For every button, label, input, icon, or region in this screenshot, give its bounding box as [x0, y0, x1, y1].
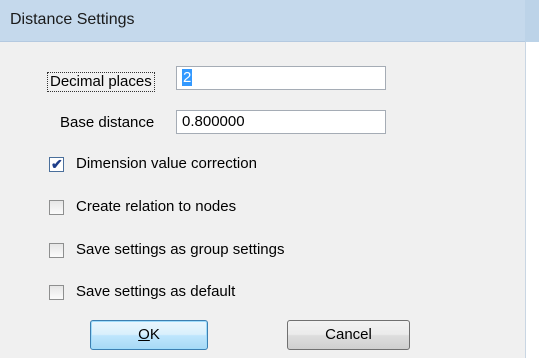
ok-label-rest: K	[149, 326, 160, 343]
decimal-places-input[interactable]: 2	[176, 66, 386, 90]
create-relation-label[interactable]: Create relation to nodes	[76, 198, 236, 216]
save-group-settings-label[interactable]: Save settings as group settings	[76, 241, 284, 259]
dimension-value-correction-checkbox[interactable]: ✔	[49, 156, 64, 172]
save-group-settings-checkbox[interactable]	[49, 243, 64, 258]
save-default-label[interactable]: Save settings as default	[76, 283, 235, 301]
check-icon: ✔	[51, 156, 63, 172]
title-bar[interactable]: Distance Settings	[0, 0, 539, 42]
save-default-checkbox[interactable]	[49, 285, 64, 300]
base-distance-value: 0.800000	[182, 113, 245, 130]
distance-settings-dialog: Distance Settings Decimal places 2 Base …	[0, 0, 539, 358]
dimension-value-correction-label[interactable]: Dimension value correction	[76, 155, 257, 173]
base-distance-label: Base distance	[60, 114, 155, 131]
decimal-places-label: Decimal places	[47, 72, 155, 92]
title-bar-edge	[525, 0, 539, 42]
base-distance-input[interactable]: 0.800000	[176, 110, 386, 134]
ok-button[interactable]: OK	[90, 320, 208, 350]
ok-mnemonic: O	[138, 326, 150, 343]
cancel-button[interactable]: Cancel	[287, 320, 410, 350]
window-title: Distance Settings	[10, 11, 135, 28]
decimal-places-value: 2	[182, 69, 193, 86]
create-relation-checkbox[interactable]	[49, 200, 64, 215]
